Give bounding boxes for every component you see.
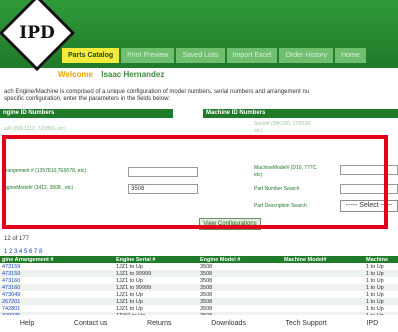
- table-cell: 3508: [198, 284, 282, 291]
- engine-serial-label: ial# (80K1212, 7Z0856, etc): [4, 126, 66, 132]
- arrangement-link[interactable]: 473160: [0, 277, 114, 284]
- engine-arrangement-input[interactable]: [128, 167, 198, 177]
- table-cell: 1JZ1 to Up: [116, 305, 143, 312]
- column-header: gine Arrangement #: [0, 256, 114, 263]
- table-cell: 3508: [198, 298, 282, 305]
- table-cell: [282, 305, 364, 312]
- table-cell: [282, 270, 364, 277]
- part-number-search-label: Part Number Search: [254, 186, 300, 192]
- view-configurations-button[interactable]: View Configurations: [199, 218, 261, 230]
- footer-link-ipd[interactable]: IPD: [366, 320, 378, 327]
- table-row[interactable]: 267201 1JZ1 to Up 3508 1 to Up: [0, 298, 398, 305]
- table-row[interactable]: 473160 1JZ1 to Up 3508 1 to Up: [0, 277, 398, 284]
- arrangement-link[interactable]: 473159: [0, 263, 114, 270]
- logo-text: IPD: [19, 22, 55, 43]
- arrangement-link[interactable]: 473159: [0, 270, 114, 277]
- engine-model-input[interactable]: 3508: [128, 184, 198, 194]
- column-header: Engine Model #: [198, 256, 282, 263]
- tab-import-excel[interactable]: Import Excel: [226, 48, 278, 63]
- tab-saved-lists[interactable]: Saved Lists: [176, 48, 225, 63]
- table-cell: 3508: [200, 277, 213, 284]
- table-cell: 1 to Up: [366, 277, 384, 284]
- table-cell: 1JZ1 to 99999: [114, 284, 198, 291]
- intro-text: ach Engine/Machine is comprised of a uni…: [4, 89, 398, 103]
- table-cell: 1 to Up: [364, 284, 398, 291]
- table-cell: 1JZ1 to Up: [116, 263, 143, 270]
- engine-arrangement-label: rrangement # (1357810,7E9078, etc): [4, 168, 86, 174]
- tab-home[interactable]: Home: [335, 48, 366, 63]
- machine-model-label-cont: etc): [254, 172, 263, 178]
- table-row[interactable]: 473159 1JZ1 to 99999 3508 1 to Up: [0, 270, 398, 277]
- table-cell: 1 to Up: [364, 270, 398, 277]
- footer-link-help[interactable]: Help: [20, 320, 34, 327]
- part-number-search-input[interactable]: [340, 184, 398, 194]
- arrangement-link[interactable]: 742801: [0, 305, 114, 312]
- results-count: 12 of 177: [4, 236, 30, 242]
- column-header: Engine Serial #: [114, 256, 198, 263]
- configurations-table: gine Arrangement # Engine Serial # Engin…: [0, 256, 398, 319]
- table-cell: 3508: [200, 291, 213, 298]
- site-footer: Help Contact us Returns Downloads Tech S…: [0, 315, 398, 332]
- main-nav-tabs: Parts Catalog Print Preview Saved Lists …: [62, 48, 398, 63]
- tab-print-preview[interactable]: Print Preview: [121, 48, 175, 63]
- machine-id-header: Machine ID Numbers: [203, 109, 398, 118]
- column-header: Machine: [364, 256, 398, 263]
- table-header-row: gine Arrangement # Engine Serial # Engin…: [0, 256, 398, 263]
- welcome-user-link[interactable]: Isaac Hernandez: [101, 70, 164, 79]
- table-cell: 1JZ1 to 99999: [114, 270, 198, 277]
- table-cell: 1JZ1 to Up: [114, 298, 198, 305]
- table-cell: 1 to Up: [366, 305, 384, 312]
- footer-link-contact[interactable]: Contact us: [74, 320, 107, 327]
- footer-link-downloads[interactable]: Downloads: [211, 320, 246, 327]
- table-cell: 3508: [198, 270, 282, 277]
- site-header: IPD Parts Catalog Print Preview Saved Li…: [0, 0, 398, 72]
- tab-order-history[interactable]: Order History: [279, 48, 334, 63]
- table-cell: 1 to Up: [366, 263, 384, 270]
- welcome-message: Welcome Isaac Hernandez: [58, 70, 164, 79]
- table-cell: [282, 263, 364, 270]
- table-cell: [282, 291, 364, 298]
- table-row[interactable]: 473160 1JZ1 to 99999 3508 1 to Up: [0, 284, 398, 291]
- table-cell: 3508: [200, 263, 213, 270]
- table-cell: [282, 298, 364, 305]
- table-row[interactable]: 473049 1JZ1 to Up 3508 1 to Up: [0, 291, 398, 298]
- table-cell: [282, 284, 364, 291]
- tab-parts-catalog[interactable]: Parts Catalog: [62, 48, 120, 63]
- table-row[interactable]: 742801 1JZ1 to Up 3508 1 to Up: [0, 305, 398, 312]
- table-cell: 3508: [200, 305, 213, 312]
- engine-model-label: ngineModel# (3412, 3508 , etc): [4, 185, 74, 191]
- engine-id-header: ngine ID Numbers: [0, 109, 173, 118]
- footer-link-tech-support[interactable]: Tech Support: [286, 320, 327, 327]
- welcome-greeting: Welcome: [58, 70, 93, 79]
- table-cell: 1 to Up: [364, 298, 398, 305]
- intro-line-2: specific configuration, enter the parame…: [4, 96, 171, 102]
- arrangement-link[interactable]: 473160: [0, 284, 114, 291]
- part-description-select[interactable]: ----- Select -----: [340, 200, 398, 212]
- table-cell: 1 to Up: [366, 291, 384, 298]
- machine-model-label: MachineModel# (D10, 777C,: [254, 165, 318, 171]
- arrangement-link[interactable]: 267201: [0, 298, 114, 305]
- column-header: Machine Model#: [282, 256, 364, 263]
- machine-model-input[interactable]: [340, 165, 398, 175]
- machine-serial-label-cont: etc): [254, 128, 263, 134]
- arrangement-link[interactable]: 473049: [0, 291, 114, 298]
- intro-line-1: ach Engine/Machine is comprised of a uni…: [4, 89, 310, 95]
- table-cell: [282, 277, 364, 284]
- highlight-frame: [2, 135, 388, 229]
- pagination-links[interactable]: 1 2 3 4 5 6 7 8: [4, 249, 42, 255]
- table-row[interactable]: 473159 1JZ1 to Up 3508 1 to Up: [0, 263, 398, 270]
- footer-link-returns[interactable]: Returns: [147, 320, 172, 327]
- machine-serial-label: Serial# (38K100, 2TK526,: [254, 121, 312, 127]
- table-cell: 1JZ1 to Up: [116, 291, 143, 298]
- part-description-search-label: Part Description Search: [254, 203, 307, 209]
- table-cell: 1JZ1 to Up: [116, 277, 143, 284]
